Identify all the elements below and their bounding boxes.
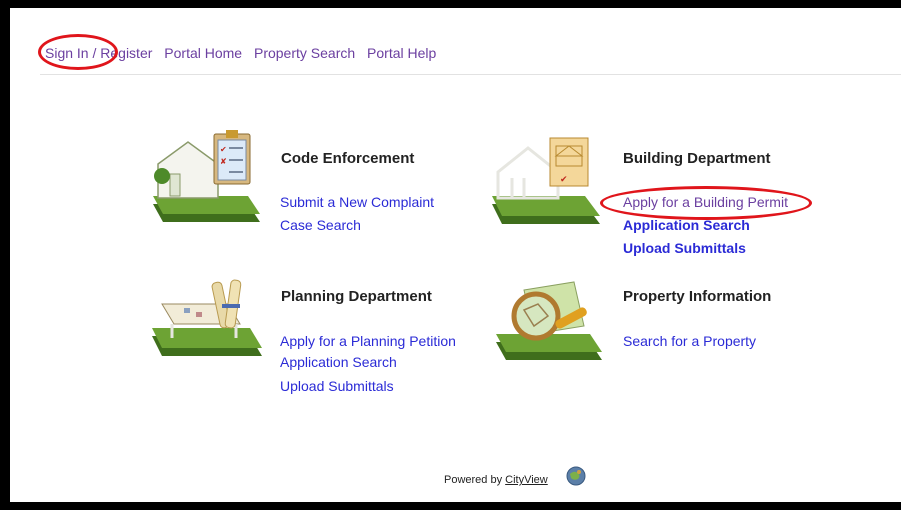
- submit-complaint-link[interactable]: Submit a New Complaint: [280, 194, 434, 210]
- svg-text:✔: ✔: [220, 145, 227, 154]
- portal-home-link[interactable]: Portal Home: [164, 45, 242, 61]
- planning-department-title: Planning Department: [281, 288, 432, 305]
- magnifier-map-icon: [496, 281, 602, 360]
- property-information-title: Property Information: [623, 288, 772, 305]
- case-search-link[interactable]: Case Search: [280, 217, 361, 233]
- portal-help-link[interactable]: Portal Help: [367, 45, 436, 61]
- nav-divider: [40, 74, 901, 75]
- powered-by: Powered by CityView: [444, 474, 548, 486]
- cityview-link[interactable]: CityView: [505, 474, 548, 486]
- building-upload-submittals-link[interactable]: Upload Submittals: [623, 240, 746, 256]
- house-checklist-icon: ✔ ✘: [153, 130, 260, 222]
- sign-in-register-link[interactable]: Sign In / Register: [45, 45, 152, 61]
- portal-page: Sign In / Register Portal Home Property …: [10, 8, 901, 502]
- top-nav: Sign In / Register Portal Home Property …: [45, 45, 444, 61]
- building-application-search-link[interactable]: Application Search: [623, 217, 750, 233]
- powered-by-label: Powered by: [444, 474, 503, 486]
- map-scrolls-icon: [152, 279, 262, 356]
- svg-text:✔: ✔: [560, 175, 568, 185]
- planning-upload-submittals-link[interactable]: Upload Submittals: [280, 378, 394, 394]
- cityview-globe-icon: [566, 466, 586, 486]
- apply-planning-petition-link[interactable]: Apply for a Planning Petition: [280, 333, 456, 349]
- search-property-link[interactable]: Search for a Property: [623, 333, 756, 349]
- house-blueprint-icon: ✔: [492, 137, 600, 224]
- building-department-title: Building Department: [623, 150, 771, 167]
- code-enforcement-title: Code Enforcement: [281, 150, 415, 167]
- property-search-link[interactable]: Property Search: [254, 45, 355, 61]
- apply-building-permit-link[interactable]: Apply for a Building Permit: [623, 194, 788, 210]
- svg-text:✘: ✘: [220, 157, 227, 166]
- planning-application-search-link[interactable]: Application Search: [280, 354, 397, 370]
